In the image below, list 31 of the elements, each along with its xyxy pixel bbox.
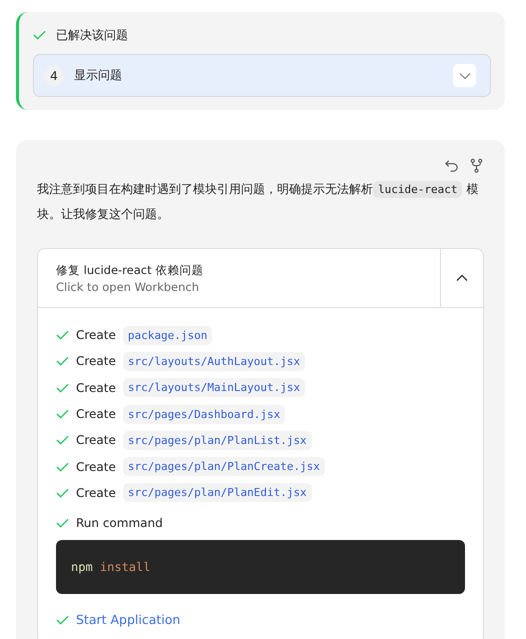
step-action: Create [76,460,116,474]
step-action: Run command [76,516,163,530]
file-path[interactable]: src/pages/Dashboard.jsx [122,404,286,424]
chevron-icon [458,72,470,80]
expand-button[interactable] [453,64,476,87]
file-path[interactable]: src/layouts/AuthLayout.jsx [122,352,306,371]
undo-icon[interactable] [444,158,459,173]
step-action: Create [76,354,116,368]
status-label: 已解决该问题 [56,26,128,44]
issue-row[interactable]: 4 显示问题 [33,54,491,97]
file-path[interactable]: src/pages/plan/PlanList.jsx [122,430,312,450]
message-text: 我注意到项目在构建时遇到了模块引用问题，明确提示无法解析 lucide-react 模块。让我修复这个问题。 [37,180,480,223]
workbench-header[interactable]: 修复 lucide-react 依赖问题 Click to open Workbench [38,249,440,307]
step-action: Create [76,433,116,448]
workbench-subtitle: Click to open Workbench [56,280,200,294]
issue-number: 4 [44,66,64,86]
start-application-link[interactable]: Start Application [76,612,180,628]
branch-icon[interactable] [469,158,484,173]
file-path[interactable]: package.json [122,326,212,345]
file-path[interactable]: src/pages/plan/PlanEdit.jsx [122,483,312,502]
file-path[interactable]: src/pages/plan/PlanCreate.jsx [122,457,325,476]
file-path[interactable]: src/layouts/MainLayout.jsx [122,378,306,398]
step-action: Create [76,328,116,342]
command-text: npm install [71,560,150,574]
issue-label: 显示问题 [74,67,123,84]
workbench-title: 修复 lucide-react 依赖问题 [56,262,204,278]
chevron-icon [456,274,468,282]
step-action: Create [76,380,116,395]
step-action: Create [76,407,116,422]
step-action: Create [76,486,116,500]
check-icon [33,30,46,40]
